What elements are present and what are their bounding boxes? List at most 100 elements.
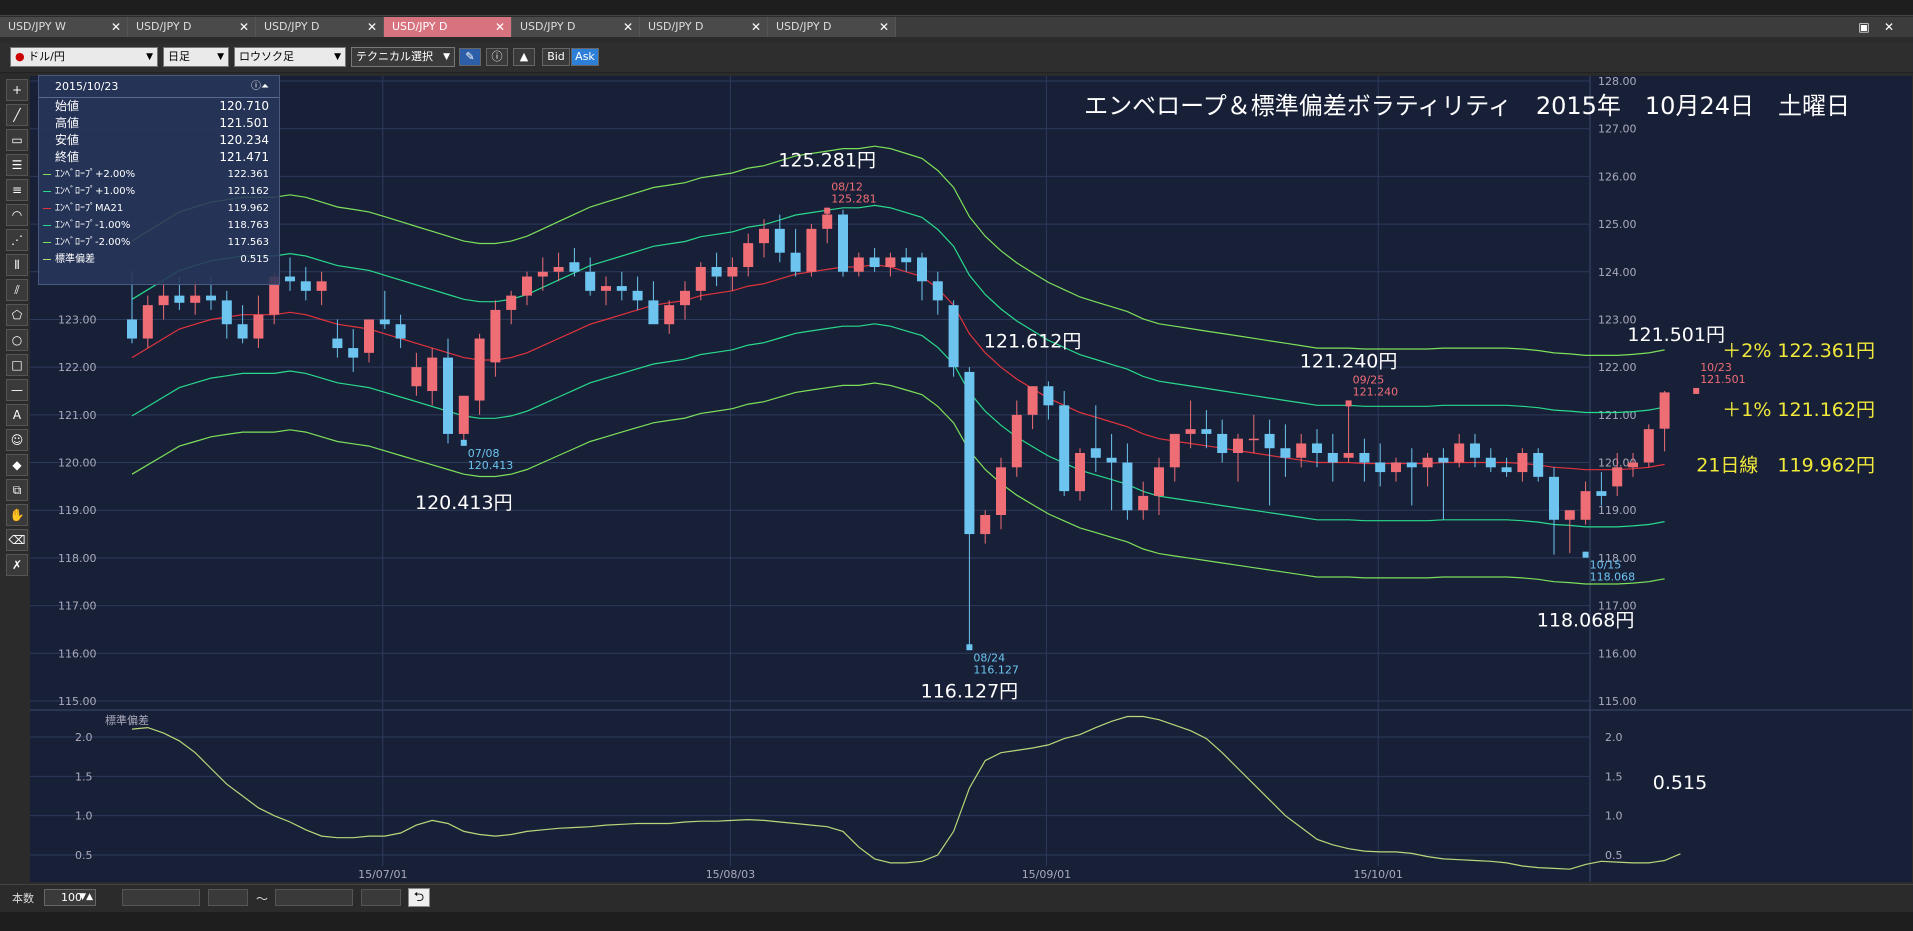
currency-pair-select[interactable]: ● ドル/円 ▼ <box>10 47 158 67</box>
trendline-icon[interactable]: ╱ <box>6 104 28 126</box>
candle-body <box>932 281 943 301</box>
tab-close-icon[interactable]: ✕ <box>239 17 249 37</box>
candle-body <box>1643 429 1654 463</box>
chart-title: エンベロープ＆標準偏差ボラティリティ 2015年 10月24日 土曜日 <box>1084 92 1850 120</box>
envelope-plus2 <box>131 145 1665 356</box>
price-tick-label-left: 117.00 <box>58 600 97 613</box>
technical-select[interactable]: テクニカル選択 ▼ <box>351 47 455 67</box>
price-tick-label: 128.00 <box>1598 76 1637 88</box>
candle-body <box>1138 495 1149 511</box>
lock-icon[interactable]: ◆ <box>6 454 28 476</box>
candle-body <box>1454 443 1465 463</box>
candle-body <box>664 305 675 325</box>
info-value: 120.710 <box>219 99 269 113</box>
extreme-marker <box>1693 387 1700 394</box>
candle-body <box>458 395 469 434</box>
tab-close-icon[interactable]: ✕ <box>751 17 761 37</box>
candle-body <box>1248 438 1259 441</box>
tab-close-icon[interactable]: ✕ <box>111 17 121 37</box>
flag-icon: ● <box>15 50 25 63</box>
indicator-value: 122.361 <box>227 169 269 180</box>
candle-body <box>1122 462 1133 511</box>
price-annotation: 118.068円 <box>1537 610 1635 632</box>
rectangle-icon[interactable]: □ <box>6 354 28 376</box>
price-tick-label: 116.00 <box>1598 647 1637 660</box>
cycle-lines-icon[interactable]: ⦀ <box>6 254 28 276</box>
ask-button[interactable]: Ask <box>571 48 599 66</box>
indicator-row: ｴﾝﾍﾞﾛｰﾌﾟ+2.00% 122.361 <box>39 166 279 183</box>
circle-icon[interactable]: ○ <box>6 329 28 351</box>
candle-body <box>174 295 185 303</box>
chart-style-select[interactable]: ロウソク足 ▼ <box>234 47 346 67</box>
price-tick-label-left: 122.00 <box>58 361 97 374</box>
collapse-icon[interactable]: ⓘ⏶ <box>251 76 269 98</box>
info-icon[interactable]: ⓘ <box>486 48 508 66</box>
start-time-field[interactable] <box>208 889 248 906</box>
extreme-marker <box>1582 551 1589 558</box>
end-time-field[interactable] <box>361 889 401 906</box>
fibonacci-icon[interactable]: ≡ <box>6 179 28 201</box>
maximize-icon[interactable]: ▣ <box>1855 19 1873 35</box>
crosshair-icon[interactable]: + <box>6 79 28 101</box>
arc-icon[interactable]: ◠ <box>6 204 28 226</box>
range-tilde: ～ <box>256 892 269 906</box>
text-icon[interactable]: A <box>6 404 28 426</box>
sub-tick-label-left: 1.0 <box>75 810 93 823</box>
eraser-icon[interactable]: ⌫ <box>6 529 28 551</box>
tab-5[interactable]: USD/JPY D ✕ <box>640 17 768 37</box>
tab-6[interactable]: USD/JPY D ✕ <box>768 17 896 37</box>
period-select[interactable]: 日足 ▼ <box>163 47 229 67</box>
candle-body <box>427 357 438 391</box>
candle-body <box>332 338 343 349</box>
tab-4[interactable]: USD/JPY D ✕ <box>512 17 640 37</box>
count-select[interactable]: 100 ▼▲ <box>44 889 96 906</box>
emoji-icon[interactable]: ☺ <box>6 429 28 451</box>
chart-style-label: ロウソク足 <box>239 50 294 63</box>
return-icon[interactable]: ⮌ <box>408 888 430 907</box>
indicator-value: 121.162 <box>227 186 269 197</box>
tab-3[interactable]: USD/JPY D ✕ <box>384 17 512 37</box>
candle-body <box>1596 491 1607 496</box>
tab-2[interactable]: USD/JPY D ✕ <box>256 17 384 37</box>
envelope-minus2 <box>131 382 1665 585</box>
fan-icon[interactable]: ⋰ <box>6 229 28 251</box>
end-date-field[interactable] <box>275 889 353 906</box>
candle-body <box>1438 457 1449 463</box>
ruler-icon[interactable]: ▭ <box>6 129 28 151</box>
candle-body <box>901 257 912 263</box>
extreme-marker <box>460 439 467 446</box>
candle-body <box>822 214 833 229</box>
tab-close-icon[interactable]: ✕ <box>879 17 889 37</box>
mountain-chart-icon[interactable]: ▲ <box>513 48 535 66</box>
technical-label: テクニカル選択 <box>356 50 433 63</box>
bid-button[interactable]: Bid <box>542 48 570 66</box>
tab-label: USD/JPY D <box>392 20 448 33</box>
extreme-marker <box>966 644 973 651</box>
extreme-marker <box>824 207 831 214</box>
indicator-swatch <box>43 174 51 175</box>
candle-body <box>1011 414 1022 468</box>
chevron-down-icon: ▼ <box>217 52 224 62</box>
candle-body <box>1280 448 1291 458</box>
channel-icon[interactable]: ⫽ <box>6 279 28 301</box>
pentagon-icon[interactable]: ⬠ <box>6 304 28 326</box>
sub-tick-label-left: 0.5 <box>75 849 93 862</box>
tab-close-icon[interactable]: ✕ <box>623 17 633 37</box>
candle-body <box>1470 443 1480 458</box>
close-icon[interactable]: ✕ <box>1880 19 1898 35</box>
candle-body <box>853 257 864 272</box>
price-chart: 128.00 127.00 126.00 125.00 124.00 123.00 122.… <box>30 75 1912 882</box>
pen-icon[interactable]: ✎ <box>459 48 481 66</box>
tab-close-icon[interactable]: ✕ <box>495 17 505 37</box>
tab-0[interactable]: USD/JPY W ✕ <box>0 17 128 37</box>
copy-icon[interactable]: ⧉ <box>6 479 28 501</box>
eraser-all-icon[interactable]: ✗ <box>6 554 28 576</box>
start-date-field[interactable] <box>122 889 200 906</box>
tab-1[interactable]: USD/JPY D ✕ <box>128 17 256 37</box>
chart-canvas[interactable]: 128.00 127.00 126.00 125.00 124.00 123.00 122.… <box>30 75 1912 882</box>
horizontal-line-icon[interactable]: ☰ <box>6 154 28 176</box>
line-icon[interactable]: — <box>6 379 28 401</box>
hand-icon[interactable]: ✋ <box>6 504 28 526</box>
tab-close-icon[interactable]: ✕ <box>367 17 377 37</box>
candle-body <box>1343 453 1354 458</box>
